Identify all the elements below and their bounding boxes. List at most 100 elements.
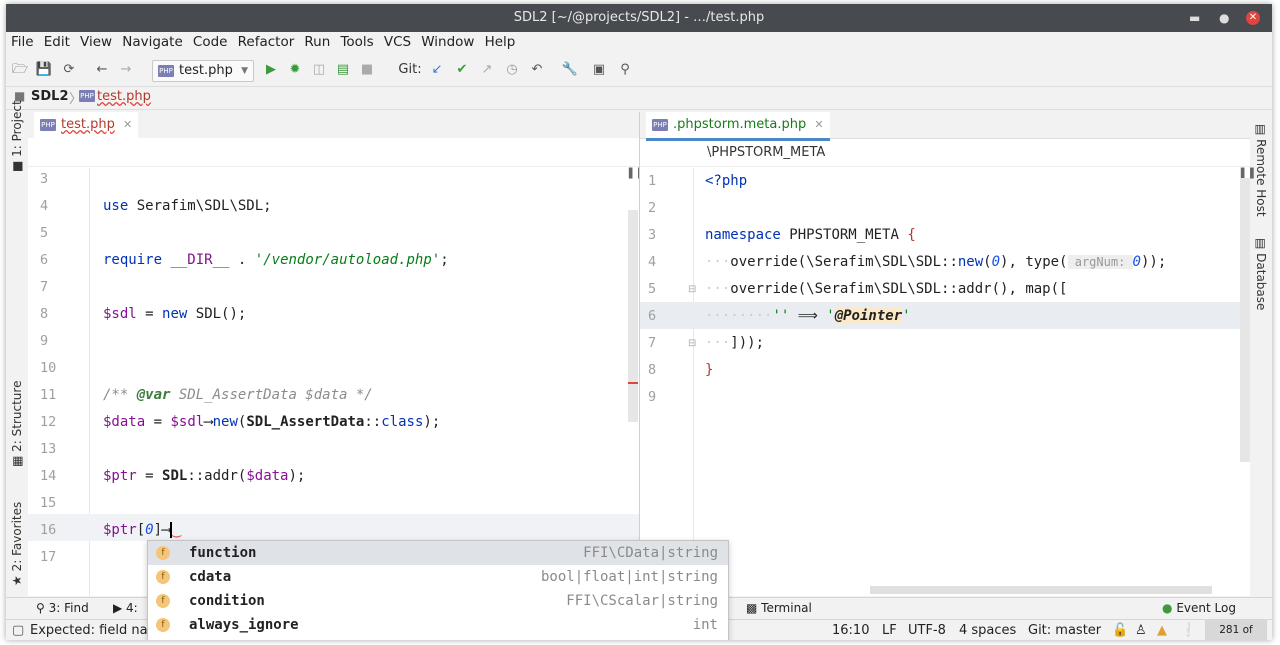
terminal-window-icon[interactable]: ▣ (590, 60, 608, 80)
error-stripe-marker[interactable] (628, 382, 638, 384)
function-icon: f (156, 570, 170, 584)
menu-view[interactable]: View (80, 34, 112, 50)
rollback-icon[interactable]: ↶ (528, 60, 546, 80)
line-number: 5 (648, 281, 657, 297)
lock-icon[interactable]: 🔓 (1112, 620, 1128, 640)
history-icon[interactable]: ◷ (503, 60, 521, 80)
title-bar: SDL2 [~/@projects/SDL2] - …/test.php ▬ ●… (6, 4, 1272, 32)
line-number: 13 (40, 441, 57, 457)
git-commit-icon[interactable]: ✔ (453, 60, 471, 80)
line-number: 6 (648, 308, 657, 324)
sync-icon[interactable]: ⟳ (60, 60, 78, 80)
breadcrumb-project[interactable]: SDL2 (31, 89, 68, 104)
code-line: $data = $sdl⟶new(SDL_AssertData::class); (103, 414, 441, 430)
tool-window-structure[interactable]: ▦ 2: Structure (10, 381, 24, 467)
terminal-tool-button[interactable]: ▩ Terminal (746, 601, 812, 615)
menu-refactor[interactable]: Refactor (238, 34, 295, 50)
find-tool-button[interactable]: ⚲ 3: Find (36, 601, 89, 615)
event-log-button[interactable]: ● Event Log (1162, 601, 1236, 615)
inspector-icon[interactable]: ♙ (1135, 620, 1147, 640)
indent-setting[interactable]: 4 spaces (959, 620, 1016, 640)
status-message[interactable]: Expected: field na (30, 620, 148, 640)
line-number: 4 (40, 198, 49, 214)
tool-window-project[interactable]: ■ 1: Project (10, 100, 24, 172)
close-icon[interactable]: ✕ (1246, 11, 1260, 25)
menu-help[interactable]: Help (485, 34, 516, 50)
coverage-icon[interactable]: ◫ (310, 60, 328, 80)
status-icon[interactable]: ▢ (12, 620, 24, 640)
editor-left[interactable]: PHP test.php ✕ ❚❚ 3 4 5 6 7 8 9 10 11 12 … (28, 112, 644, 596)
menu-run[interactable]: Run (304, 34, 330, 50)
code-line: <?php (705, 173, 748, 189)
stop-icon[interactable]: ■ (358, 60, 376, 80)
menu-tools[interactable]: Tools (340, 34, 373, 50)
wrench-icon[interactable]: 🔧 (561, 60, 579, 80)
memory-indicator[interactable]: 281 of 725M (1205, 620, 1267, 640)
window-title: SDL2 [~/@projects/SDL2] - …/test.php (513, 10, 765, 25)
completion-item[interactable]: f function FFI\CData|string (148, 541, 728, 565)
file-encoding[interactable]: UTF-8 (908, 620, 946, 640)
profile-icon[interactable]: ▤ (334, 60, 352, 80)
forward-icon[interactable]: → (117, 60, 135, 80)
git-push-icon[interactable]: ↗ (478, 60, 496, 80)
run-tool-button[interactable]: ▶ 4: (113, 601, 138, 615)
code-line: require __DIR__ . '/vendor/autoload.php'… (103, 252, 449, 268)
horizontal-scrollbar[interactable] (870, 586, 1212, 594)
back-icon[interactable]: ← (93, 60, 111, 80)
menu-navigate[interactable]: Navigate (122, 34, 183, 50)
gutter-divider (693, 168, 694, 596)
menu-edit[interactable]: Edit (44, 34, 70, 50)
namespace-breadcrumb[interactable]: \PHPSTORM_META (707, 145, 825, 160)
open-folder-icon[interactable]: 🗁 (11, 60, 29, 80)
completion-item[interactable]: f condition FFI\CScalar|string (148, 589, 728, 613)
run-configuration-select[interactable]: PHP test.php ▼ (152, 60, 254, 82)
line-number: 7 (40, 279, 49, 295)
line-number: 11 (40, 387, 57, 403)
menu-file[interactable]: File (11, 34, 34, 50)
code-line: use Serafim\SDL\SDL; (103, 198, 272, 214)
warning-icon[interactable]: ▲ (1157, 620, 1167, 640)
code-completion-popup[interactable]: f function FFI\CData|string f cdata bool… (147, 540, 729, 640)
run-icon[interactable]: ▶ (262, 60, 280, 80)
close-tab-icon[interactable]: ✕ (123, 118, 132, 131)
code-line: } (705, 362, 714, 378)
git-update-icon[interactable]: ↙ (428, 60, 446, 80)
fold-icon[interactable]: ⊟ (688, 284, 696, 295)
vertical-scrollbar[interactable] (1240, 178, 1250, 462)
minimize-icon[interactable]: ▬ (1189, 4, 1200, 32)
code-line: ········'' ⟹ '@Pointer' (705, 308, 911, 324)
function-icon: f (156, 594, 170, 608)
tab-phpstorm-meta[interactable]: PHP .phpstorm.meta.php ✕ (646, 112, 830, 141)
line-number: 4 (648, 254, 657, 270)
vertical-scrollbar[interactable] (628, 210, 638, 422)
debug-icon[interactable]: ✹ (286, 60, 304, 80)
vcs-branch[interactable]: Git: master (1028, 620, 1101, 640)
fold-icon[interactable]: ⊟ (688, 338, 696, 349)
completion-item[interactable]: f always_ignore int (148, 613, 728, 637)
caret-position[interactable]: 16:10 (832, 620, 869, 640)
line-number: 3 (40, 171, 49, 187)
tool-window-favorites[interactable]: ★ 2: Favorites (10, 502, 24, 586)
line-number: 16 (40, 522, 57, 538)
tab-test-php[interactable]: PHP test.php ✕ (34, 112, 139, 141)
breadcrumb-file[interactable]: test.php (97, 89, 151, 104)
right-tool-strip: ▤ Remote Host ▤ Database (1249, 112, 1272, 597)
main-toolbar: 🗁 💾 ⟳ ← → PHP test.php ▼ ▶ ✹ ◫ ▤ ■ Git: ↙… (6, 58, 1272, 82)
editor-tabs-right: PHP .phpstorm.meta.php ✕ (640, 112, 1250, 141)
search-icon[interactable]: ⚲ (616, 60, 634, 80)
completion-item[interactable]: f cdata bool|float|int|string (148, 565, 728, 589)
code-line: $sdl = new SDL(); (103, 306, 247, 322)
code-line: /** @var SDL_AssertData $data */ (103, 387, 373, 403)
close-tab-icon[interactable]: ✕ (814, 118, 823, 131)
menu-vcs[interactable]: VCS (384, 34, 411, 50)
menu-window[interactable]: Window (421, 34, 474, 50)
tool-window-database[interactable]: ▤ Database (1254, 238, 1268, 310)
line-separator[interactable]: LF (882, 620, 897, 640)
menu-code[interactable]: Code (193, 34, 228, 50)
git-label: Git: (398, 62, 422, 77)
error-icon[interactable]: ❕ (1180, 620, 1196, 640)
php-file-icon: PHP (79, 90, 95, 102)
save-icon[interactable]: 💾 (35, 60, 53, 80)
editor-right[interactable]: PHP .phpstorm.meta.php ✕ \PHPSTORM_META ❚… (639, 112, 1256, 596)
maximize-icon[interactable]: ● (1219, 4, 1229, 32)
